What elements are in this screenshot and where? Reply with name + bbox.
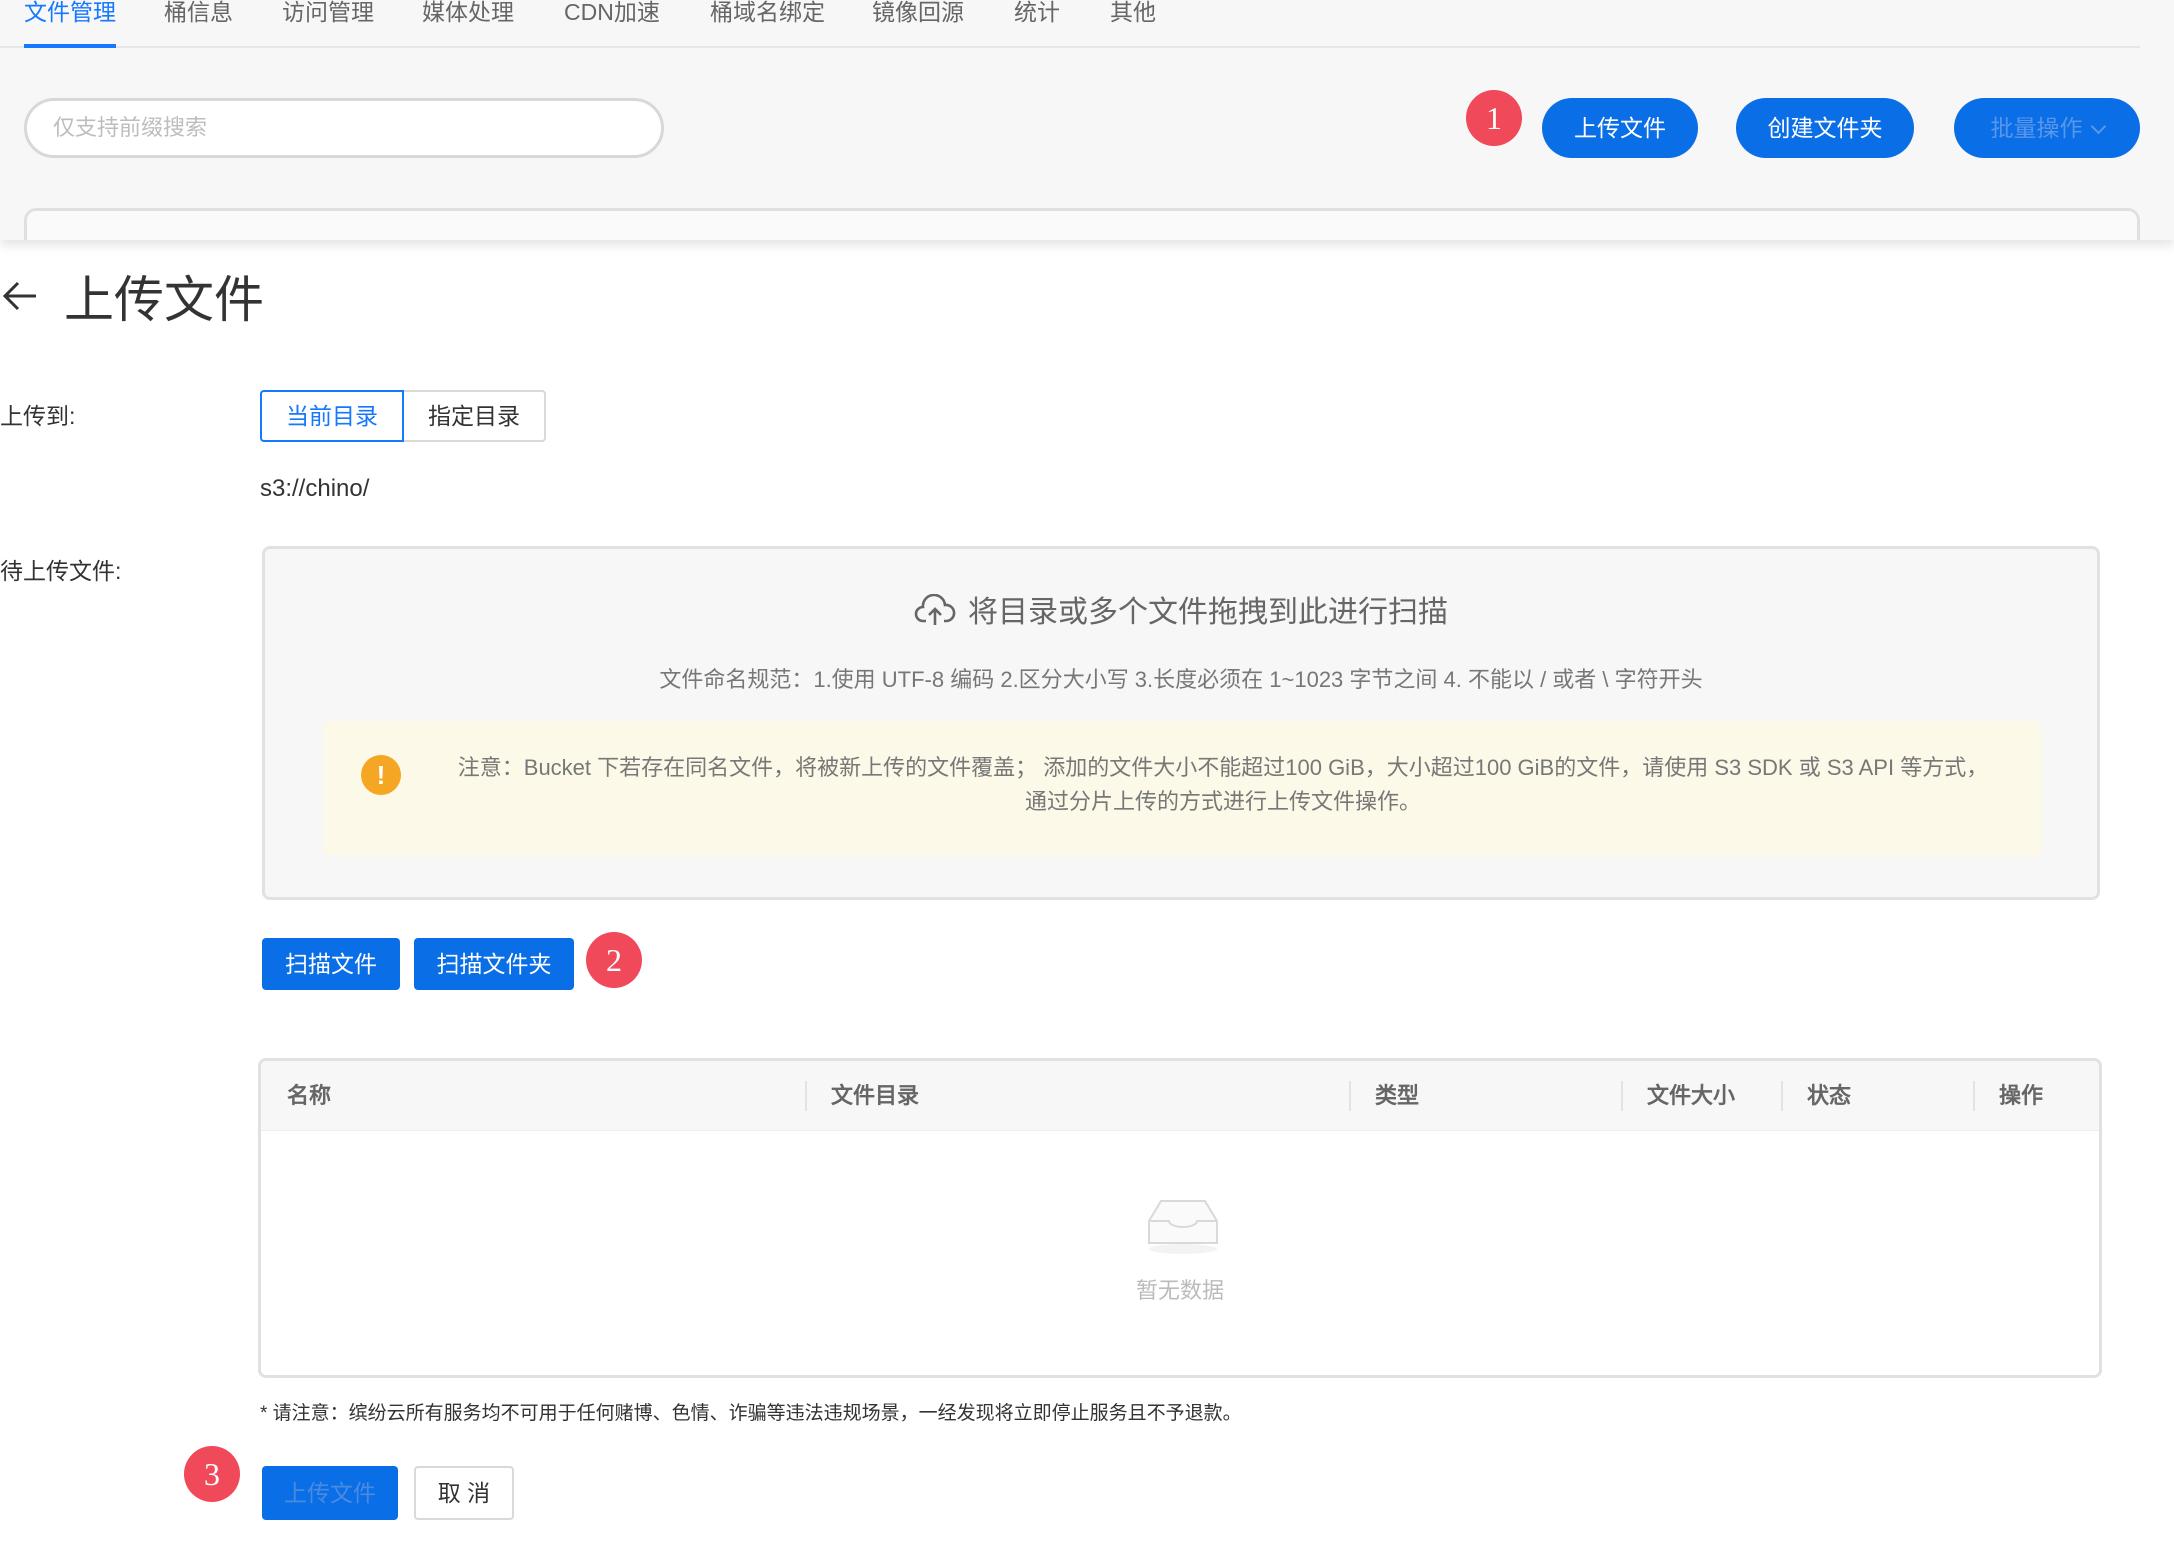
submit-upload-button[interactable]: 上传文件 xyxy=(262,1466,398,1520)
file-list-container xyxy=(24,208,2140,240)
specified-directory-option[interactable]: 指定目录 xyxy=(404,390,546,442)
cancel-button[interactable]: 取 消 xyxy=(414,1466,514,1520)
empty-state-text: 暂无数据 xyxy=(1135,1278,1224,1303)
naming-rules: 文件命名规范：1.使用 UTF-8 编码 2.区分大小写 3.长度必须在 1~1… xyxy=(659,667,1703,692)
back-arrow-icon[interactable] xyxy=(0,276,40,316)
tab-domain-binding[interactable]: 桶域名绑定 xyxy=(710,0,825,46)
step-badge-2: 2 xyxy=(586,932,642,988)
batch-operations-label: 批量操作 xyxy=(1990,115,2083,141)
table-header: 名称 文件目录 类型 文件大小 状态 操作 xyxy=(261,1061,2099,1131)
current-directory-option[interactable]: 当前目录 xyxy=(260,390,404,442)
drop-zone[interactable]: 将目录或多个文件拖拽到此进行扫描 文件命名规范：1.使用 UTF-8 编码 2.… xyxy=(262,546,2100,900)
chevron-down-icon xyxy=(2090,118,2106,135)
column-divider xyxy=(1781,1081,1783,1111)
file-manager-panel: 文件管理 桶信息 访问管理 媒体处理 CDN加速 桶域名绑定 镜像回源 统计 其… xyxy=(0,0,2174,240)
scan-folder-button[interactable]: 扫描文件夹 xyxy=(414,938,574,990)
column-directory: 文件目录 xyxy=(831,1083,920,1108)
tab-statistics[interactable]: 统计 xyxy=(1014,0,1060,46)
column-divider xyxy=(1621,1081,1623,1111)
drop-zone-title-text: 将目录或多个文件拖拽到此进行扫描 xyxy=(968,596,1448,629)
scan-files-button[interactable]: 扫描文件 xyxy=(262,938,400,990)
column-type: 类型 xyxy=(1375,1083,1420,1108)
column-status: 状态 xyxy=(1807,1083,1852,1108)
tab-other[interactable]: 其他 xyxy=(1110,0,1156,46)
page-title: 上传文件 xyxy=(64,272,264,328)
current-path: s3://chino/ xyxy=(260,475,370,502)
batch-operations-button[interactable]: 批量操作 xyxy=(1954,98,2140,158)
upload-file-button[interactable]: 上传文件 xyxy=(1542,98,1698,158)
pending-files-label: 待上传文件: xyxy=(0,558,122,584)
column-actions: 操作 xyxy=(1999,1083,2044,1108)
empty-inbox-icon xyxy=(1148,1200,1218,1254)
compliance-footnote: * 请注意：缤纷云所有服务均不可用于任何赌博、色情、诈骗等违法违规场景，一经发现… xyxy=(260,1403,1242,1424)
notice-line-1: 注意：Bucket 下若存在同名文件，将被新上传的文件覆盖； 添加的文件大小不能… xyxy=(457,755,1989,780)
tab-mirror-origin[interactable]: 镜像回源 xyxy=(872,0,964,46)
tab-media-processing[interactable]: 媒体处理 xyxy=(422,0,514,46)
notice-box: ! 注意：Bucket 下若存在同名文件，将被新上传的文件覆盖； 添加的文件大小… xyxy=(323,721,2041,855)
tab-access-management[interactable]: 访问管理 xyxy=(282,0,374,46)
notice-line-2: 通过分片上传的方式进行上传文件操作。 xyxy=(1024,789,1421,814)
target-directory-selector: 当前目录 指定目录 xyxy=(260,390,546,442)
tab-bucket-info[interactable]: 桶信息 xyxy=(164,0,233,46)
tab-file-management[interactable]: 文件管理 xyxy=(24,0,116,48)
upload-to-label: 上传到: xyxy=(0,403,76,429)
warning-icon: ! xyxy=(361,755,401,795)
cloud-upload-icon xyxy=(914,593,956,625)
column-name: 名称 xyxy=(287,1083,332,1108)
pending-files-table: 名称 文件目录 类型 文件大小 状态 操作 暂无数据 xyxy=(258,1058,2102,1378)
tab-bar: 文件管理 桶信息 访问管理 媒体处理 CDN加速 桶域名绑定 镜像回源 统计 其… xyxy=(0,0,2140,48)
column-divider xyxy=(1973,1081,1975,1111)
tab-cdn[interactable]: CDN加速 xyxy=(564,0,660,46)
step-badge-3: 3 xyxy=(184,1446,240,1502)
column-divider xyxy=(805,1081,807,1111)
column-size: 文件大小 xyxy=(1647,1083,1736,1108)
step-badge-1: 1 xyxy=(1466,90,1522,146)
drop-zone-title: 将目录或多个文件拖拽到此进行扫描 xyxy=(265,593,2097,633)
column-divider xyxy=(1349,1081,1351,1111)
prefix-search-input[interactable] xyxy=(24,98,664,158)
notice-text: 注意：Bucket 下若存在同名文件，将被新上传的文件覆盖； 添加的文件大小不能… xyxy=(423,751,2023,819)
create-folder-button[interactable]: 创建文件夹 xyxy=(1736,98,1914,158)
